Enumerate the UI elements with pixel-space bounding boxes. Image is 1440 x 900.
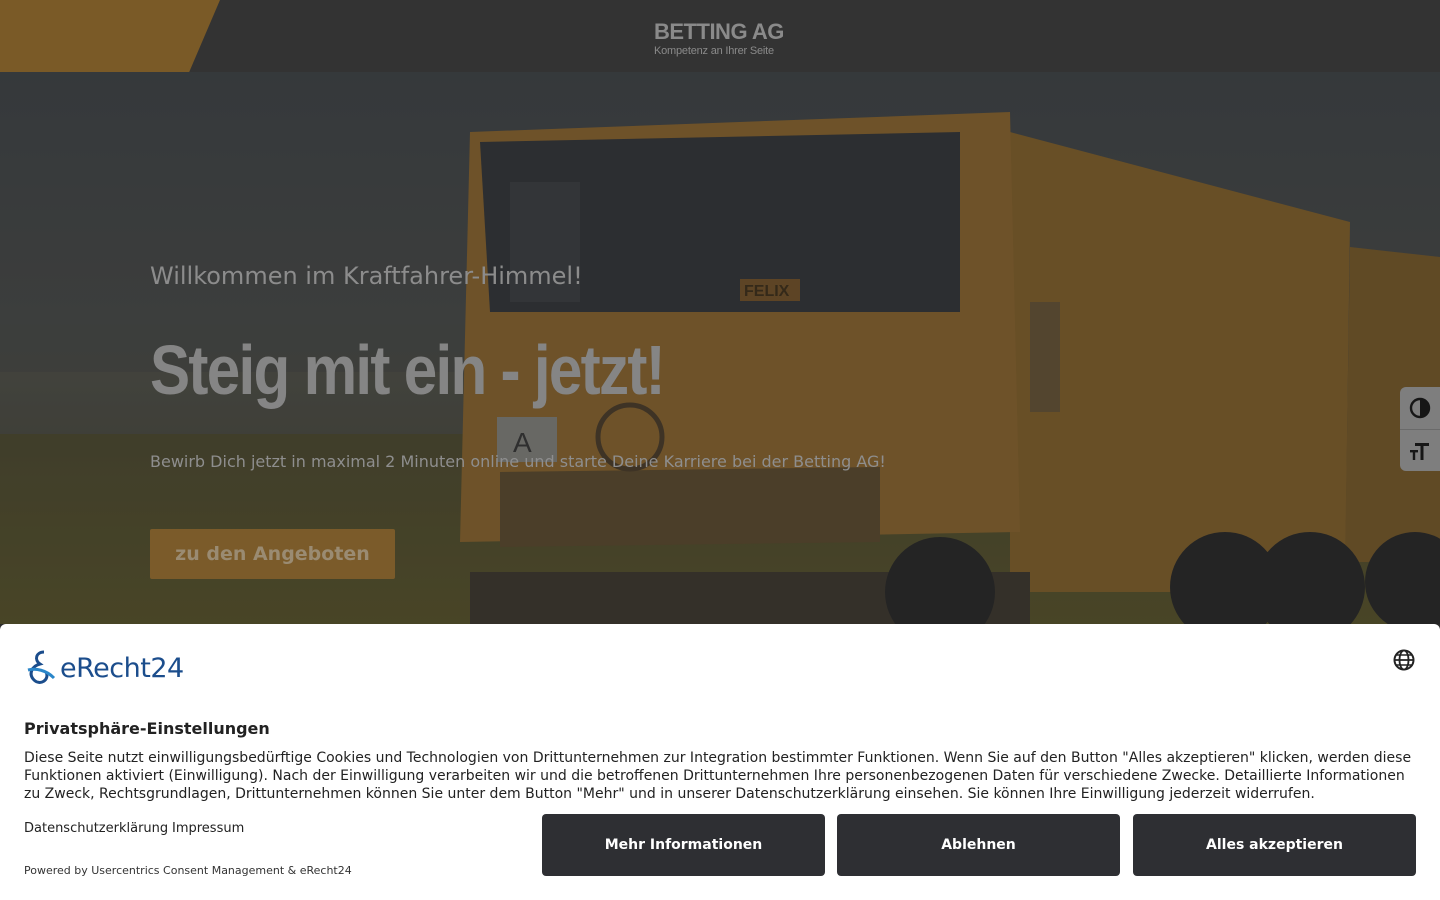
hero-title: Steig mit ein - jetzt!: [150, 331, 666, 409]
hero-kicker: Willkommen im Kraftfahrer-Himmel!: [150, 262, 583, 290]
accept-all-button[interactable]: Alles akzeptieren: [1133, 814, 1416, 876]
erecht24-symbol-icon: [27, 650, 56, 684]
erecht24-logo: eRecht24: [24, 648, 184, 688]
powered-by-text: Powered by Usercentrics Consent Manageme…: [24, 864, 352, 877]
hero-description: Bewirb Dich jetzt in maximal 2 Minuten o…: [150, 452, 886, 471]
site-header: BETTING AG Kompetenz an Ihrer Seite: [0, 0, 1440, 72]
logo-subtitle: Kompetenz an Ihrer Seite: [654, 45, 774, 57]
site-logo[interactable]: BETTING AG Kompetenz an Ihrer Seite: [654, 20, 784, 58]
more-information-button[interactable]: Mehr Informationen: [542, 814, 825, 876]
consent-description: Diese Seite nutzt einwilligungsbedürftig…: [24, 750, 1412, 802]
contrast-icon: [1409, 397, 1431, 419]
cookie-consent-banner: eRecht24 Privatsphäre-Einstellungen Dies…: [0, 624, 1440, 900]
offers-button[interactable]: zu den Angeboten: [150, 529, 395, 579]
logo-title: BETTING AG: [654, 19, 784, 44]
font-size-button[interactable]: [1400, 429, 1440, 471]
decline-button[interactable]: Ablehnen: [837, 814, 1120, 876]
language-globe-icon[interactable]: [1392, 648, 1416, 672]
consent-title: Privatsphäre-Einstellungen: [24, 719, 270, 738]
privacy-policy-link[interactable]: Datenschutzerklärung: [24, 821, 168, 836]
contrast-toggle-button[interactable]: [1400, 387, 1440, 429]
hero-section: FELIX A Willkommen im Kraftfahrer-Himmel…: [0, 72, 1440, 624]
erecht24-brand-text: eRecht24: [60, 652, 184, 684]
accessibility-toolbar: [1400, 387, 1440, 471]
imprint-link[interactable]: Impressum: [172, 821, 244, 836]
header-accent-shape: [0, 0, 220, 72]
font-size-icon: [1410, 442, 1429, 460]
